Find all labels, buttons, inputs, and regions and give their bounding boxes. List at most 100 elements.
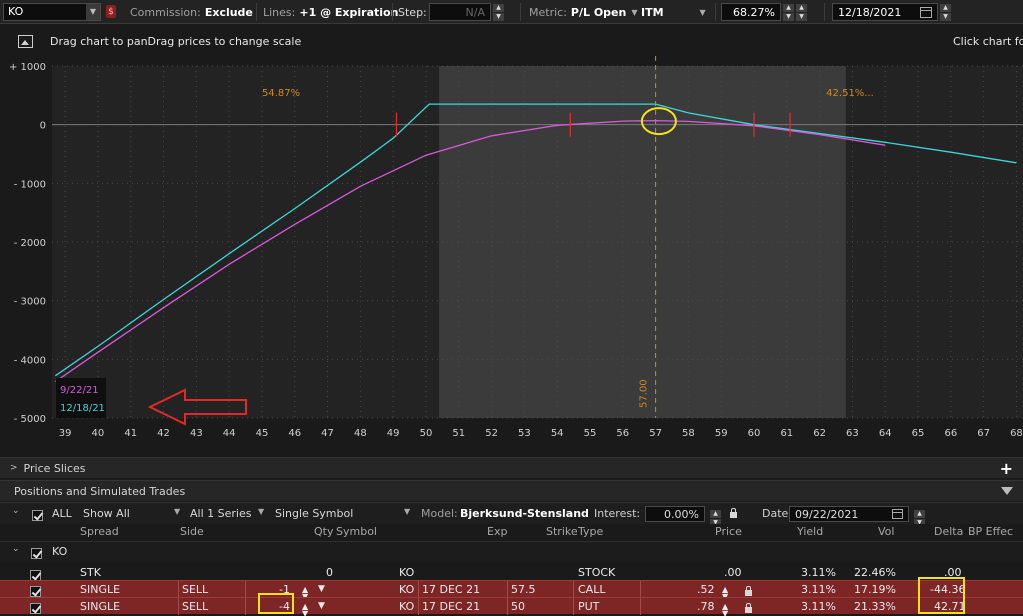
col-bp-effect[interactable]: BP Effec xyxy=(968,525,1013,538)
cell-exp[interactable]: 17 DEC 21 xyxy=(422,599,480,614)
row-checkbox[interactable] xyxy=(30,583,41,598)
cell-exp[interactable]: 17 DEC 21 xyxy=(422,582,480,597)
itm-percent-control[interactable]: 68.27% ▲ ▼ ▲ ▼ xyxy=(721,0,807,24)
x-tick-label: 50 xyxy=(420,428,433,439)
cell-spread: SINGLE xyxy=(80,583,121,596)
symbol-mode-dropdown[interactable]: Single Symbol xyxy=(275,507,353,520)
price-spinner[interactable]: ▲▼ xyxy=(722,581,728,601)
col-delta[interactable]: Delta xyxy=(934,525,963,538)
symbol-input[interactable]: KO ▼ xyxy=(3,3,101,21)
group-checkbox[interactable] xyxy=(31,546,42,559)
model-value[interactable]: Bjerksund-Stensland xyxy=(460,507,589,520)
step-input[interactable]: N/A xyxy=(429,3,491,21)
date-control[interactable]: 12/18/2021 ▲ ▼ xyxy=(832,0,951,24)
col-side[interactable]: Side xyxy=(180,525,204,538)
price-slices-panel[interactable]: > Price Slices + xyxy=(0,457,1023,478)
cell-vol: 21.33% xyxy=(854,600,896,613)
chevron-down-icon[interactable]: ⌄ xyxy=(12,544,20,554)
calendar-icon[interactable] xyxy=(892,509,903,519)
metric-selector[interactable]: Metric: P/L Open ▼ xyxy=(529,0,638,24)
step-control[interactable]: N/A ▲ ▼ xyxy=(429,0,504,24)
x-tick-label: 54 xyxy=(551,428,564,439)
alert-icon[interactable]: $ xyxy=(106,5,116,18)
cell-price[interactable]: .52 xyxy=(697,582,715,597)
table-row[interactable]: SINGLE SELL -1 ▲▼ ▼ KO 17 DEC 21 57.5 CA… xyxy=(0,580,1023,601)
itm-percent-input[interactable]: 68.27% xyxy=(721,3,781,21)
y-tick-label: - 4000 xyxy=(14,355,46,366)
col-price[interactable]: Price xyxy=(715,525,742,538)
row-checkbox[interactable] xyxy=(30,600,41,615)
cell-side[interactable]: SELL xyxy=(182,582,208,597)
cell-divider xyxy=(418,598,419,615)
cell-strike[interactable]: 57.5 xyxy=(511,582,536,597)
show-all-caret[interactable]: ▼ xyxy=(174,507,180,516)
lock-icon[interactable] xyxy=(730,507,737,520)
table-row[interactable]: STK 0 KO STOCK .00 3.11% 22.46% .00 xyxy=(0,564,1023,581)
cell-side[interactable]: SELL xyxy=(182,599,208,614)
col-vol[interactable]: Vol xyxy=(878,525,894,538)
commission-selector[interactable]: Commission: Exclude xyxy=(130,0,253,24)
lines-selector[interactable]: Lines: +1 @ Expiration xyxy=(263,0,398,24)
lock-icon[interactable] xyxy=(745,601,752,616)
chevron-down-icon[interactable]: ⌄ xyxy=(12,506,20,516)
sim-date-control[interactable]: 09/22/2021 xyxy=(789,506,909,522)
x-tick-label: 40 xyxy=(92,428,105,439)
add-price-slice-button[interactable]: + xyxy=(1000,459,1013,478)
symbol-dropdown-icon[interactable]: ▼ xyxy=(86,4,100,20)
interest-control[interactable]: 0.00% xyxy=(645,506,705,522)
col-exp[interactable]: Exp xyxy=(487,525,507,538)
symbol-group-row[interactable]: ⌄ KO xyxy=(0,541,1023,561)
col-qty[interactable]: Qty xyxy=(314,525,333,538)
risk-profile-chart[interactable]: 57.00 54.87% 42.51%... + 1000 0 - 1000 - 20… xyxy=(0,56,1023,450)
y-tick-label: - 3000 xyxy=(14,297,46,308)
step-spinner[interactable]: ▲ ▼ xyxy=(493,3,504,21)
positions-panel-header[interactable]: Positions and Simulated Trades xyxy=(0,480,1023,501)
x-tick-label: 51 xyxy=(452,428,465,439)
probability-right-label: 42.51%... xyxy=(826,88,874,99)
price-spinner[interactable]: ▲▼ xyxy=(722,598,728,616)
sim-date-input[interactable]: 09/22/2021 xyxy=(789,506,909,522)
chevron-right-icon[interactable]: > xyxy=(10,463,18,473)
qty-spinner[interactable]: ▲▼ xyxy=(302,581,308,601)
top-toolbar: KO ▼ $ Commission: Exclude Lines: +1 @ E… xyxy=(0,0,1023,24)
chart-header: Drag chart to panDrag prices to change s… xyxy=(0,28,1023,56)
series-caret[interactable]: ▼ xyxy=(258,507,264,516)
col-strike[interactable]: Strike xyxy=(546,525,578,538)
select-all-checkbox[interactable] xyxy=(32,508,43,521)
cell-type[interactable]: PUT xyxy=(578,599,599,614)
collapse-panel-icon[interactable] xyxy=(1001,487,1013,495)
qty-dropdown-icon[interactable]: ▼ xyxy=(318,582,325,597)
show-all-dropdown[interactable]: Show All xyxy=(83,507,130,520)
x-tick-label: 42 xyxy=(157,428,170,439)
col-symbol[interactable]: Symbol xyxy=(336,525,377,538)
x-tick-label: 53 xyxy=(518,428,531,439)
col-type[interactable]: Type xyxy=(578,525,603,538)
cell-price[interactable]: .78 xyxy=(697,599,715,614)
series-dropdown[interactable]: All 1 Series xyxy=(190,507,251,520)
symbol-mode-caret[interactable]: ▼ xyxy=(404,507,410,516)
itm-percent-spinner[interactable]: ▲ ▼ xyxy=(783,3,794,21)
table-row[interactable]: SINGLE SELL -4 ▲ ▼ ▼ KO 17 DEC 21 50 PUT … xyxy=(0,597,1023,616)
cell-qty[interactable]: 0 xyxy=(326,565,333,580)
date-input[interactable]: 12/18/2021 xyxy=(832,3,938,21)
cell-symbol: KO xyxy=(399,566,415,579)
chart-image-icon[interactable] xyxy=(18,35,33,48)
col-yield[interactable]: Yield xyxy=(797,525,823,538)
cell-type[interactable]: CALL xyxy=(578,582,605,597)
x-tick-label: 61 xyxy=(780,428,793,439)
cell-strike[interactable]: 50 xyxy=(511,599,525,614)
positions-panel-title: Positions and Simulated Trades xyxy=(14,484,186,498)
date-value: 12/18/2021 xyxy=(838,5,902,19)
itm-selector[interactable]: ITM ▼ xyxy=(641,0,706,24)
date-spinner[interactable]: ▲ ▼ xyxy=(940,3,951,21)
itm-percent-spinner-2[interactable]: ▲ ▼ xyxy=(796,3,807,21)
x-tick-label: 39 xyxy=(59,428,72,439)
calendar-icon[interactable] xyxy=(920,6,932,18)
col-spread[interactable]: Spread xyxy=(80,525,119,538)
cell-yield: 3.11% xyxy=(801,600,836,613)
qty-dropdown-icon[interactable]: ▼ xyxy=(318,599,325,614)
qty-spinner[interactable]: ▲▼ xyxy=(302,598,308,616)
cell-divider xyxy=(573,598,574,615)
interest-input[interactable]: 0.00% xyxy=(645,506,705,522)
x-tick-label: 47 xyxy=(321,428,334,439)
